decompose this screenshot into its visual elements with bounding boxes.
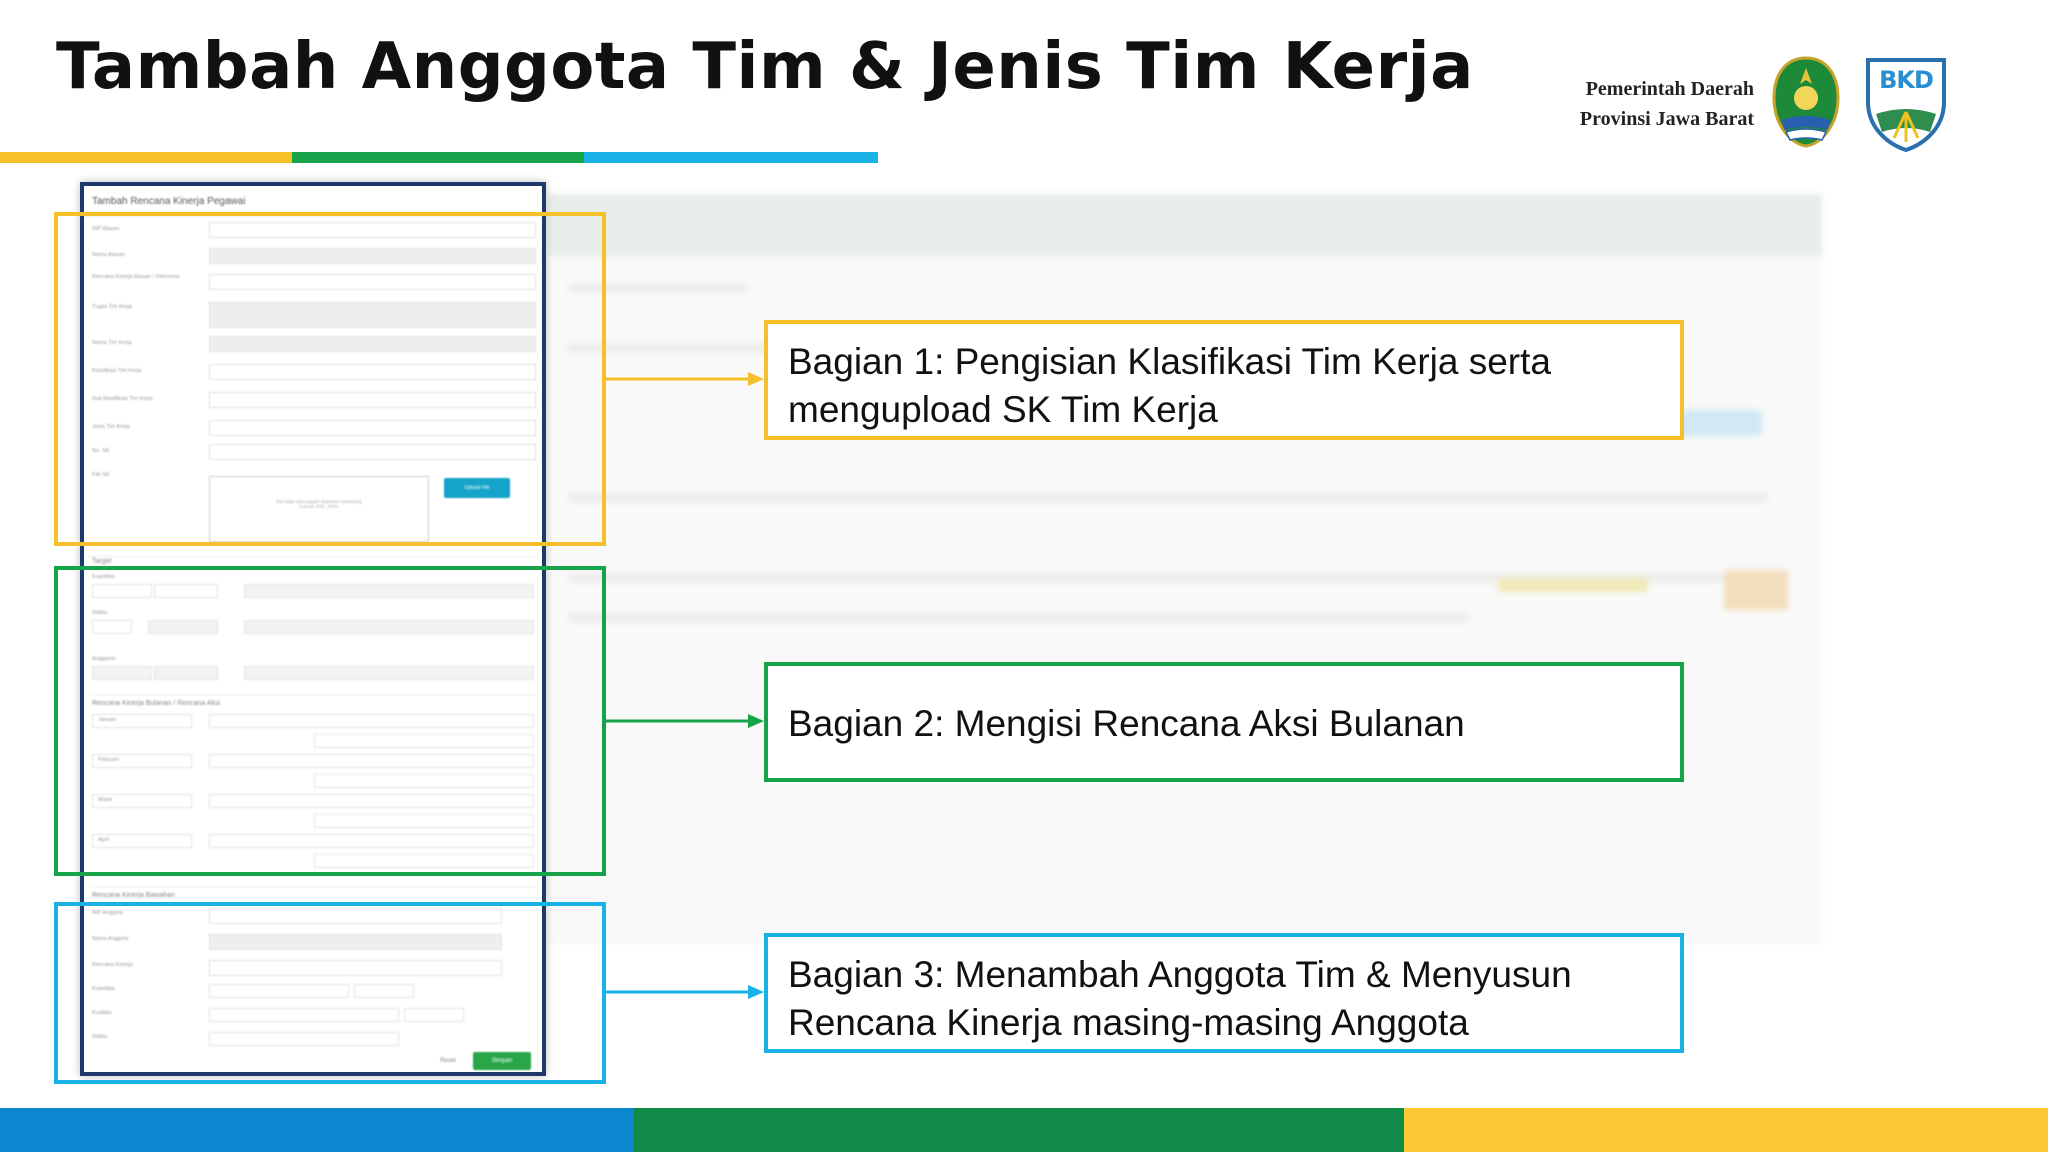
gov-line-1: Pemerintah Daerah — [1585, 78, 1754, 100]
callout-bagian-2: Bagian 2: Mengisi Rencana Aksi Bulanan — [764, 662, 1684, 782]
footer-band-green — [634, 1108, 1404, 1152]
title-underline-blue — [584, 152, 878, 163]
background-app-header — [548, 194, 1822, 256]
section-3-highlight — [54, 902, 606, 1084]
rencana-kinerja-bawahan-section-title: Rencana Kinerja Bawahan — [92, 892, 175, 899]
footer-band-yellow — [1404, 1108, 2048, 1152]
title-underline-yellow — [0, 152, 292, 163]
title-underline-green — [292, 152, 584, 163]
arrow-right-icon — [606, 714, 764, 728]
slide-title: Tambah Anggota Tim & Jenis Tim Kerja — [56, 30, 1474, 104]
callout-bagian-1: Bagian 1: Pengisian Klasifikasi Tim Kerj… — [764, 320, 1684, 440]
footer-band-blue — [0, 1108, 634, 1152]
arrow-right-icon — [606, 372, 764, 386]
arrow-right-icon — [606, 985, 764, 999]
section-2-highlight — [54, 566, 606, 876]
government-label: Pemerintah Daerah Provinsi Jawa Barat — [1580, 74, 1754, 134]
bkd-logo-text: BKD — [1879, 66, 1934, 94]
section-1-highlight — [54, 212, 606, 546]
bkd-logo-icon: BKD — [1864, 54, 1948, 153]
target-section-title: Target — [92, 558, 112, 565]
background-app-screenshot — [548, 194, 1822, 944]
form-title: Tambah Rencana Kinerja Pegawai — [92, 196, 246, 207]
callout-bagian-3: Bagian 3: Menambah Anggota Tim & Menyusu… — [764, 933, 1684, 1053]
jawa-barat-emblem-icon — [1768, 54, 1844, 150]
gov-line-2: Provinsi Jawa Barat — [1579, 108, 1754, 130]
